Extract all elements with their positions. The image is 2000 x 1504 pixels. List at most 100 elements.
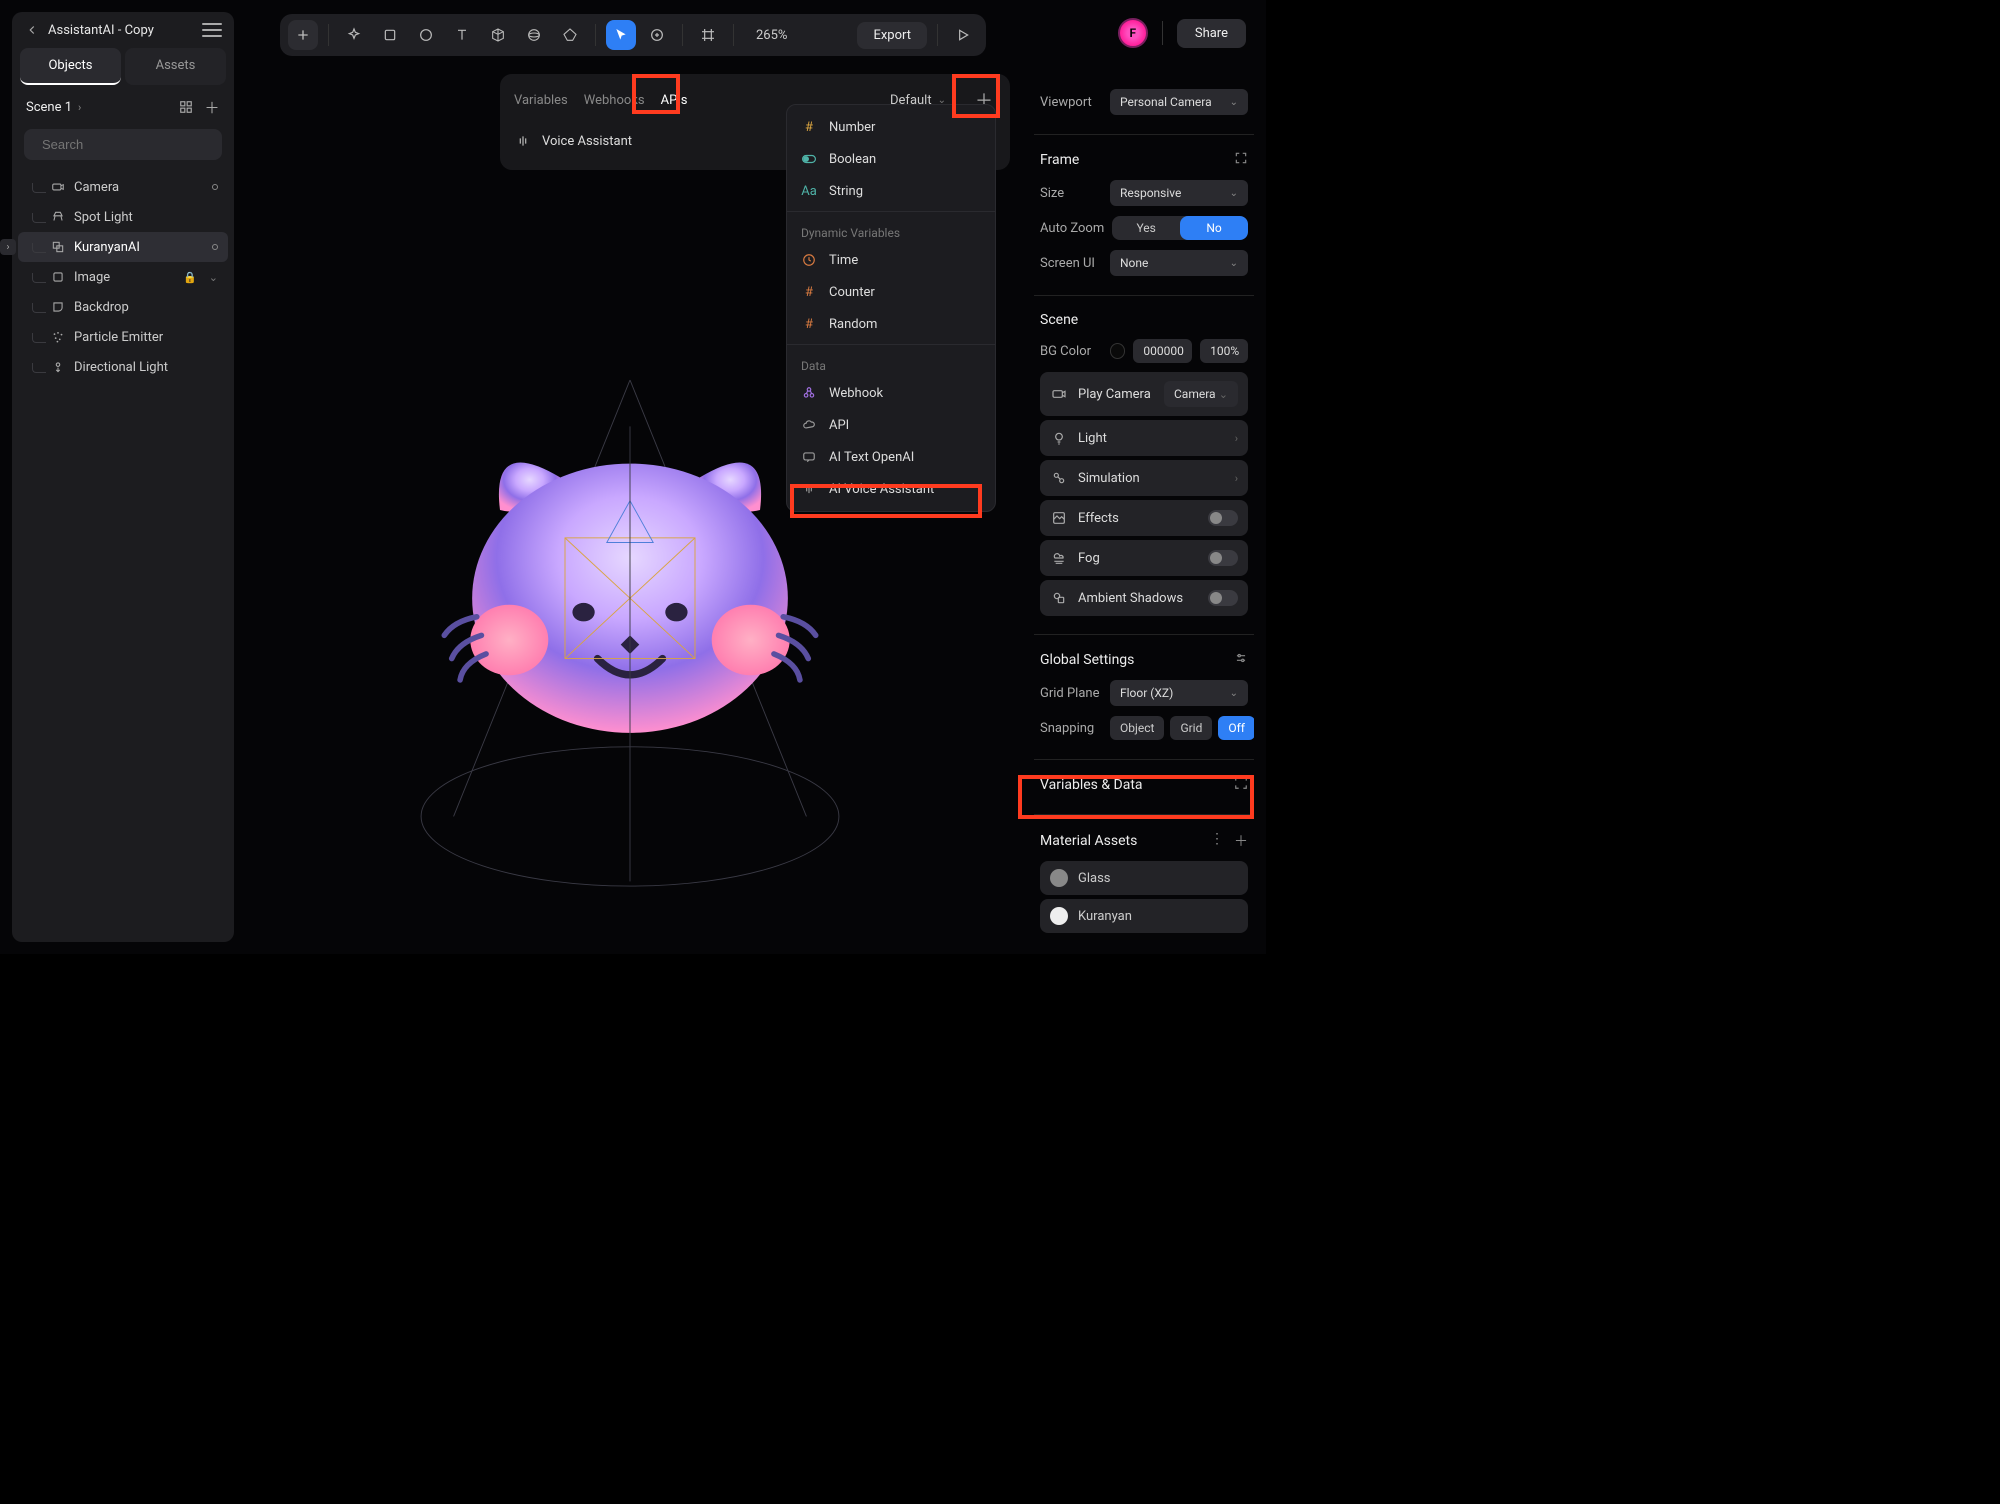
autozoom-yes[interactable]: Yes xyxy=(1112,216,1180,240)
fog-toggle[interactable] xyxy=(1208,550,1238,566)
dd-item-ai-text-openai[interactable]: AI Text OpenAI xyxy=(787,441,995,473)
frame-tool-icon[interactable] xyxy=(693,20,723,50)
screenui-select[interactable]: None⌄ xyxy=(1110,250,1248,276)
effects-toggle[interactable] xyxy=(1208,510,1238,526)
tree-item-label: Spot Light xyxy=(74,210,218,225)
light-row[interactable]: Light › xyxy=(1040,420,1248,456)
fullscreen-icon[interactable] xyxy=(1234,151,1248,169)
size-select[interactable]: Responsive⌄ xyxy=(1110,180,1248,206)
tree-item-particle-emitter[interactable]: Particle Emitter xyxy=(18,322,228,352)
tab-assets[interactable]: Assets xyxy=(125,48,226,85)
sphere-tool-icon[interactable] xyxy=(519,20,549,50)
dd-item-label: Counter xyxy=(829,285,875,300)
screenui-label: Screen UI xyxy=(1040,256,1102,271)
simulation-row[interactable]: Simulation › xyxy=(1040,460,1248,496)
play-camera-row[interactable]: Play Camera Camera⌄ xyxy=(1040,372,1248,416)
ambient-shadows-row[interactable]: Ambient Shadows xyxy=(1040,580,1248,616)
cursor-tool-button[interactable] xyxy=(606,20,636,50)
variables-data-title[interactable]: Variables & Data xyxy=(1040,777,1143,793)
dd-item-counter[interactable]: # Counter xyxy=(787,276,995,308)
material-kuranyan[interactable]: Kuranyan xyxy=(1040,899,1248,933)
add-scene-icon[interactable]: ＋ xyxy=(204,99,220,115)
tree-item-spot-light[interactable]: Spot Light xyxy=(18,202,228,232)
back-arrow-icon[interactable] xyxy=(24,22,40,38)
gridplane-select[interactable]: Floor (XZ)⌄ xyxy=(1110,680,1248,706)
tab-objects[interactable]: Objects xyxy=(20,48,121,85)
var-tab-apis[interactable]: APIs xyxy=(661,93,688,108)
effects-row[interactable]: Effects xyxy=(1040,500,1248,536)
effects-label: Effects xyxy=(1078,511,1198,526)
share-button[interactable]: Share xyxy=(1177,19,1246,48)
tree-item-backdrop[interactable]: Backdrop xyxy=(18,292,228,322)
simulation-icon xyxy=(1050,469,1068,487)
expand-toggle-icon[interactable]: › xyxy=(0,239,16,255)
dd-item-time[interactable]: Time xyxy=(787,244,995,276)
voice-wave-icon xyxy=(514,132,532,150)
tree-item-camera[interactable]: Camera xyxy=(18,172,228,202)
rectangle-tool-icon[interactable] xyxy=(375,20,405,50)
bgcolor-pct[interactable]: 100% xyxy=(1200,339,1248,363)
frame-section-title: Frame xyxy=(1040,152,1079,168)
hash-icon: # xyxy=(801,284,817,300)
add-object-button[interactable] xyxy=(288,20,318,50)
material-label: Kuranyan xyxy=(1078,909,1132,924)
bgcolor-hex[interactable]: 000000 xyxy=(1133,339,1192,363)
search-input[interactable] xyxy=(42,137,218,152)
export-button[interactable]: Export xyxy=(857,22,927,49)
visibility-dot-icon[interactable] xyxy=(212,244,218,250)
snap-off[interactable]: Off xyxy=(1218,716,1254,740)
dd-item-number[interactable]: #Number xyxy=(787,111,995,143)
chat-icon xyxy=(801,449,817,465)
cube-tool-icon[interactable] xyxy=(483,20,513,50)
material-swatch xyxy=(1050,869,1068,887)
tree-item-label: Directional Light xyxy=(74,360,218,375)
autozoom-no[interactable]: No xyxy=(1180,216,1248,240)
comment-tool-icon[interactable] xyxy=(642,20,672,50)
autozoom-label: Auto Zoom xyxy=(1040,221,1104,236)
bgcolor-swatch[interactable] xyxy=(1110,343,1125,359)
rect-icon xyxy=(50,269,66,285)
dd-item-boolean[interactable]: Boolean xyxy=(787,143,995,175)
global-settings-title: Global Settings xyxy=(1040,652,1134,668)
sparkle-tool-icon[interactable] xyxy=(339,20,369,50)
snap-object[interactable]: Object xyxy=(1110,716,1164,740)
dd-item-ai-voice-assistant[interactable]: AI Voice Assistant xyxy=(787,473,995,505)
play-button-icon[interactable] xyxy=(948,20,978,50)
right-panel: Viewport Personal Camera⌄ Frame Size Res… xyxy=(1034,74,1254,942)
var-tab-variables[interactable]: Variables xyxy=(514,93,568,108)
play-camera-label: Play Camera xyxy=(1078,387,1154,402)
tree-item-kuranyanai[interactable]: ›KuranyanAI xyxy=(18,232,228,262)
material-add-icon[interactable]: ＋ xyxy=(1234,831,1248,851)
dd-item-string[interactable]: AaString xyxy=(787,175,995,207)
var-tab-webhooks[interactable]: Webhooks xyxy=(584,93,645,108)
bgcolor-label: BG Color xyxy=(1040,344,1102,359)
aa-icon: Aa xyxy=(801,183,817,199)
user-avatar[interactable]: F xyxy=(1118,18,1148,48)
dd-item-api[interactable]: API xyxy=(787,409,995,441)
text-tool-icon[interactable] xyxy=(447,20,477,50)
grid-view-icon[interactable] xyxy=(178,99,194,115)
global-settings-icon[interactable] xyxy=(1234,651,1248,669)
viewport-select[interactable]: Personal Camera⌄ xyxy=(1110,89,1248,115)
dd-item-webhook[interactable]: Webhook xyxy=(787,377,995,409)
dd-item-random[interactable]: #Random xyxy=(787,308,995,340)
dd-item-label: API xyxy=(829,418,849,433)
search-field[interactable] xyxy=(24,129,222,160)
tree-item-directional-light[interactable]: Directional Light xyxy=(18,352,228,382)
tag-tool-icon[interactable] xyxy=(555,20,585,50)
material-glass[interactable]: Glass xyxy=(1040,861,1248,895)
scene-selector[interactable]: Scene 1 › xyxy=(26,100,170,115)
tree-item-image[interactable]: Image🔒⌄ xyxy=(18,262,228,292)
visibility-dot-icon[interactable] xyxy=(212,184,218,190)
material-more-icon[interactable]: ⋮ xyxy=(1210,831,1224,851)
ambient-toggle[interactable] xyxy=(1208,590,1238,606)
snap-grid[interactable]: Grid xyxy=(1170,716,1212,740)
circle-tool-icon[interactable] xyxy=(411,20,441,50)
ambient-label: Ambient Shadows xyxy=(1078,591,1198,606)
hamburger-menu-icon[interactable] xyxy=(202,23,222,37)
zoom-level[interactable]: 265% xyxy=(744,28,799,43)
backdrop-icon xyxy=(50,299,66,315)
material-label: Glass xyxy=(1078,871,1111,886)
fog-row[interactable]: Fog xyxy=(1040,540,1248,576)
expand-icon[interactable] xyxy=(1234,776,1248,794)
